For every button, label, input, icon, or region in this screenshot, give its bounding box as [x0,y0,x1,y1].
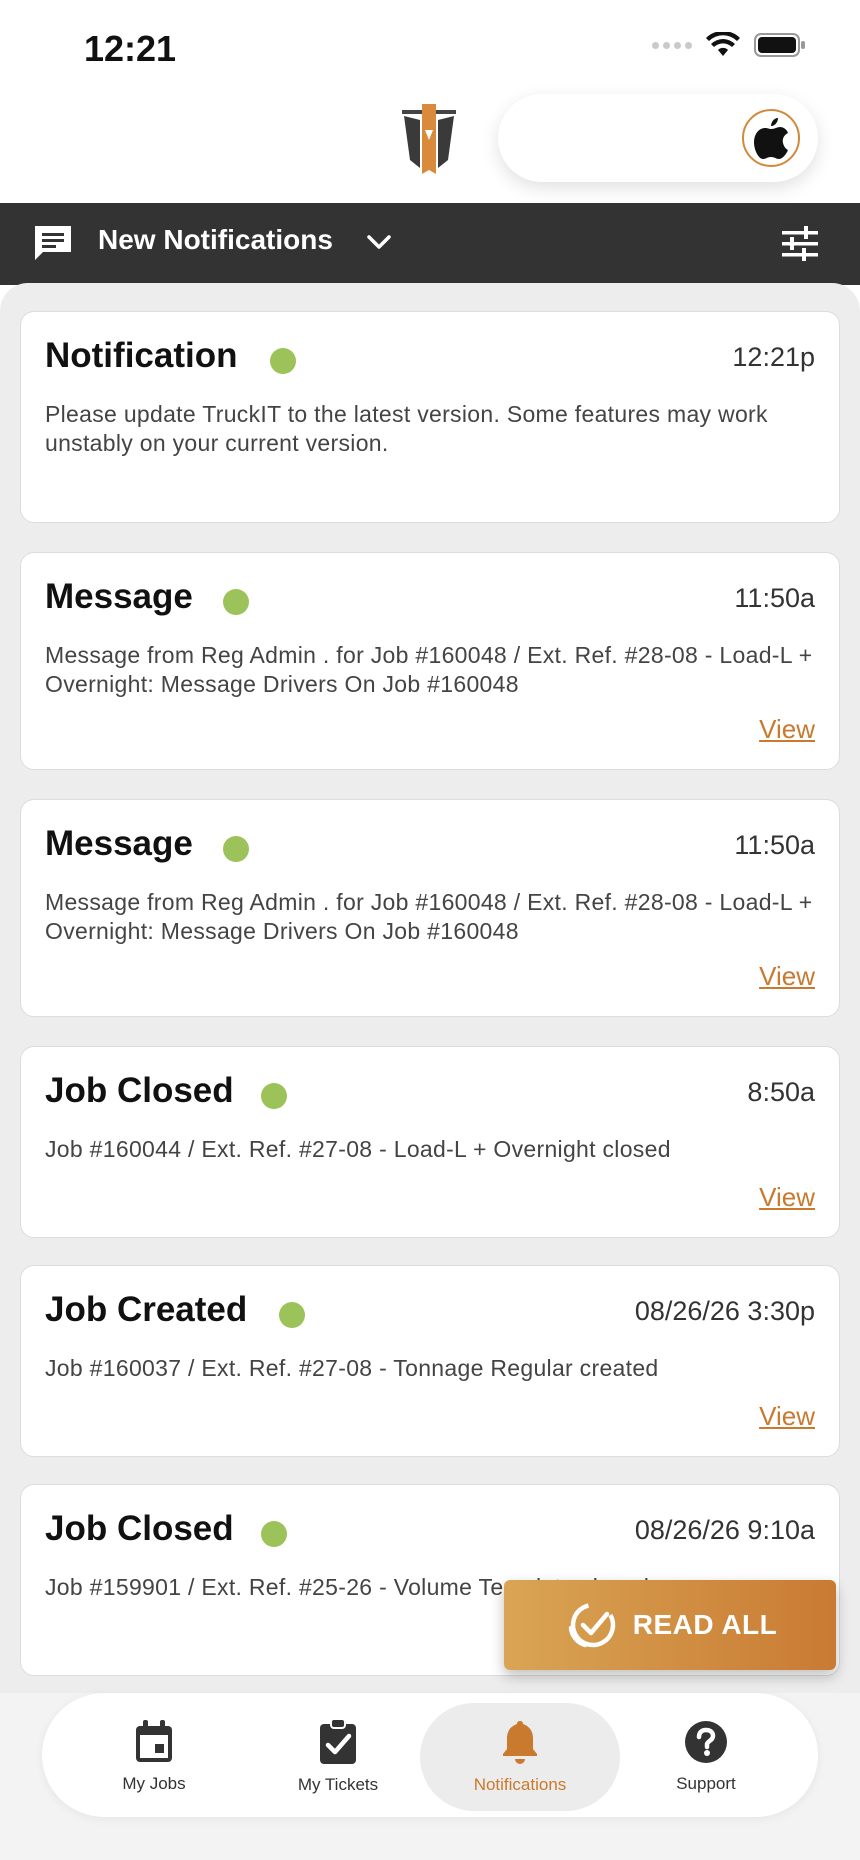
notification-time: 08/26/26 9:10a [634,1515,815,1545]
battery-icon [754,33,805,57]
notification-time: 08/26/26 3:30p [634,1296,815,1326]
notification-card[interactable]: Job Created 08/26/26 3:30p Job #160037 /… [20,1265,840,1457]
notification-time: 11:50a [734,830,815,860]
notification-title: Notification [45,336,238,375]
notification-list[interactable]: Notification 12:21p Please update TruckI… [0,283,860,1693]
nav-item-support[interactable]: Support [606,1703,806,1811]
calendar-icon [136,1720,172,1762]
notification-time: 12:21p [732,342,815,372]
nav-label: Support [676,1774,736,1793]
chat-icon [35,226,71,260]
notification-title: Job Closed [45,1509,234,1548]
bottom-area: My Jobs My Tickets Notifications Support [0,1693,860,1860]
view-link[interactable]: View [759,714,815,745]
notification-card[interactable]: Message 11:50a Message from Reg Admin . … [20,799,840,1017]
account-pill[interactable] [498,94,818,182]
notification-body: Job #160037 / Ext. Ref. #27-08 - Tonnage… [45,1355,659,1381]
view-link[interactable]: View [759,961,815,992]
notification-body: Job #160044 / Ext. Ref. #27-08 - Load-L … [45,1136,671,1162]
apple-icon [754,118,788,159]
nav-item-my-jobs[interactable]: My Jobs [54,1703,254,1811]
nav-label: Notifications [473,1775,567,1794]
double-check-icon [568,1602,615,1648]
bell-icon [503,1721,537,1764]
read-all-label: READ ALL [632,1609,778,1640]
status-time: 12:21 [84,28,177,69]
clipboard-check-icon [320,1719,356,1764]
notification-time: 8:50a [747,1077,815,1107]
notification-title: Message [45,824,193,863]
help-icon [685,1721,727,1763]
view-link[interactable]: View [759,1401,815,1432]
read-all-button[interactable]: READ ALL [504,1580,836,1670]
unread-dot [261,1521,287,1547]
cellular-signal-icon [652,41,692,49]
wifi-icon [706,32,740,56]
filter-settings-icon[interactable] [780,224,820,264]
notifications-filter-title[interactable]: New Notifications [98,224,333,256]
notification-body: Please update TruckIT to the latest vers… [45,401,768,456]
notifications-toolbar: New Notifications [0,203,860,285]
notification-body: Message from Reg Admin . for Job #160048… [45,889,813,944]
notification-card[interactable]: Job Closed 8:50a Job #160044 / Ext. Ref.… [20,1046,840,1238]
notification-title: Message [45,577,193,616]
bottom-nav: My Jobs My Tickets Notifications Support [42,1693,818,1817]
status-bar: 12:21 [0,0,860,96]
notification-card[interactable]: Notification 12:21p Please update TruckI… [20,311,840,523]
apple-avatar[interactable] [742,109,800,167]
unread-dot [279,1302,305,1328]
nav-item-my-tickets[interactable]: My Tickets [238,1703,438,1811]
view-link[interactable]: View [759,1182,815,1213]
unread-dot [223,836,249,862]
nav-label: My Tickets [297,1775,379,1794]
unread-dot [261,1083,287,1109]
nav-label: My Jobs [122,1774,186,1793]
status-icons [652,32,806,58]
unread-dot [223,589,249,615]
truckit-logo-icon [402,104,456,174]
notification-title: Job Created [45,1290,248,1329]
unread-dot [270,348,296,374]
notification-time: 11:50a [734,583,815,613]
app-header [0,88,860,203]
notification-title: Job Closed [45,1071,234,1110]
notification-body: Message from Reg Admin . for Job #160048… [45,642,813,697]
nav-item-notifications[interactable]: Notifications [420,1703,620,1811]
chevron-down-icon[interactable] [366,233,392,251]
notification-card[interactable]: Message 11:50a Message from Reg Admin . … [20,552,840,770]
